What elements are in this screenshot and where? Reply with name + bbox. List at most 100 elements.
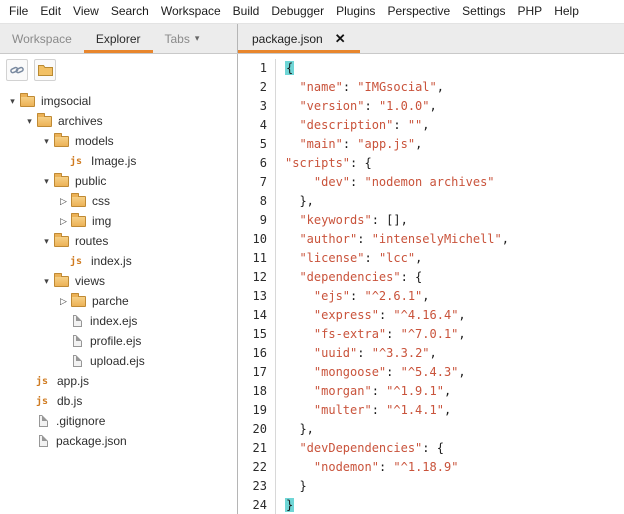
tree-item-public[interactable]: ▾ public — [0, 171, 237, 191]
code-line[interactable]: 22 "nodemon": "^1.18.9" — [238, 458, 624, 477]
code-line[interactable]: 20 }, — [238, 420, 624, 439]
tree-item-label: upload.ejs — [90, 354, 145, 368]
menu-item-perspective[interactable]: Perspective — [381, 0, 456, 23]
code-line[interactable]: 19 "multer": "^1.4.1", — [238, 401, 624, 420]
line-number: 12 — [238, 268, 276, 287]
code-line[interactable]: 21 "devDependencies": { — [238, 439, 624, 458]
tree-item-index.js[interactable]: js index.js — [0, 251, 237, 271]
code-line[interactable]: 15 "fs-extra": "^7.0.1", — [238, 325, 624, 344]
code-line[interactable]: 3 "version": "1.0.0", — [238, 97, 624, 116]
menu-item-search[interactable]: Search — [105, 0, 155, 23]
tree-item-routes[interactable]: ▾ routes — [0, 231, 237, 251]
menu-item-build[interactable]: Build — [227, 0, 266, 23]
menu-item-php[interactable]: PHP — [512, 0, 549, 23]
code-line[interactable]: 13 "ejs": "^2.6.1", — [238, 287, 624, 306]
code-text: "devDependencies": { — [299, 441, 444, 455]
tree-item-label: css — [92, 194, 110, 208]
menu-item-plugins[interactable]: Plugins — [330, 0, 381, 23]
code-line[interactable]: 1{ — [238, 59, 624, 78]
code-line[interactable]: 8 }, — [238, 192, 624, 211]
menu-item-help[interactable]: Help — [548, 0, 585, 23]
editor-tab-bar: package.json ✕ — [238, 24, 624, 53]
tree-item-label: models — [75, 134, 114, 148]
folder-icon — [54, 172, 69, 187]
folder-icon[interactable] — [34, 59, 56, 81]
tree-item-parche[interactable]: ▷ parche — [0, 291, 237, 311]
code-line[interactable]: 10 "author": "intenselyMichell", — [238, 230, 624, 249]
expand-icon[interactable]: ▷ — [57, 191, 70, 211]
tree-item-image.js[interactable]: js Image.js — [0, 151, 237, 171]
tree-item-imgsocial[interactable]: ▾ imgsocial — [0, 91, 237, 111]
panel-tab-label: Explorer — [95, 31, 141, 46]
line-number: 11 — [238, 249, 276, 268]
main-split: ▾ imgsocial ▾ archives ▾ models js Image.js ▾ pub… — [0, 54, 624, 514]
code-line[interactable]: 2 "name": "IMGsocial", — [238, 78, 624, 97]
code-editor[interactable]: 1{2 "name": "IMGsocial", 3 "version": "1.… — [238, 54, 624, 514]
tree-item-archives[interactable]: ▾ archives — [0, 111, 237, 131]
tree-item-app.js[interactable]: js app.js — [0, 371, 237, 391]
tree-item-label: img — [92, 214, 112, 228]
menu-item-workspace[interactable]: Workspace — [155, 0, 227, 23]
expand-icon[interactable]: ▷ — [57, 291, 70, 311]
file-icon — [73, 315, 82, 327]
line-number: 6 — [238, 154, 276, 173]
menu-item-debugger[interactable]: Debugger — [265, 0, 330, 23]
collapse-icon[interactable]: ▾ — [40, 131, 53, 151]
panel-tab-bar: Workspace Explorer Tabs ▾ — [0, 24, 238, 53]
tree-item-label: package.json — [56, 434, 127, 448]
file-icon — [73, 335, 82, 347]
menu-item-edit[interactable]: Edit — [34, 0, 67, 23]
panel-tab-explorer[interactable]: Explorer — [84, 24, 153, 53]
code-line[interactable]: 12 "dependencies": { — [238, 268, 624, 287]
code-text: "dev": "nodemon archives" — [313, 175, 495, 189]
code-line[interactable]: 5 "main": "app.js", — [238, 135, 624, 154]
code-line[interactable]: 14 "express": "^4.16.4", — [238, 306, 624, 325]
code-line[interactable]: 18 "morgan": "^1.9.1", — [238, 382, 624, 401]
code-line[interactable]: 24} — [238, 496, 624, 514]
code-text: "license": "lcc", — [299, 251, 423, 265]
tree-item-.gitignore[interactable]: .gitignore — [0, 411, 237, 431]
collapse-icon[interactable]: ▾ — [40, 231, 53, 251]
code-line[interactable]: 6 "scripts": { — [238, 154, 624, 173]
code-text: "scripts": { — [285, 156, 372, 170]
collapse-icon[interactable]: ▾ — [40, 271, 53, 291]
code-line[interactable]: 7 "dev": "nodemon archives" — [238, 173, 624, 192]
code-text: "author": "intenselyMichell", — [299, 232, 509, 246]
close-icon[interactable]: ✕ — [335, 31, 346, 47]
tree-item-package.json[interactable]: package.json — [0, 431, 237, 451]
link-icon[interactable] — [6, 59, 28, 81]
collapse-icon[interactable]: ▾ — [6, 91, 19, 111]
tree-item-label: public — [75, 174, 107, 188]
menu-item-settings[interactable]: Settings — [456, 0, 511, 23]
collapse-icon[interactable]: ▾ — [23, 111, 36, 131]
tree-item-models[interactable]: ▾ models — [0, 131, 237, 151]
line-number: 24 — [238, 496, 276, 514]
menu-item-file[interactable]: File — [3, 0, 34, 23]
code-text: "version": "1.0.0", — [299, 99, 437, 113]
tree-item-index.ejs[interactable]: index.ejs — [0, 311, 237, 331]
editor-tab-package.json[interactable]: package.json ✕ — [238, 24, 360, 53]
code-line[interactable]: 16 "uuid": "^3.3.2", — [238, 344, 624, 363]
chevron-down-icon: ▾ — [194, 33, 200, 43]
tree-item-label: db.js — [57, 394, 83, 408]
tree-item-db.js[interactable]: js db.js — [0, 391, 237, 411]
code-line[interactable]: 23 } — [238, 477, 624, 496]
tree-item-css[interactable]: ▷ css — [0, 191, 237, 211]
tree-item-profile.ejs[interactable]: profile.ejs — [0, 331, 237, 351]
tree-item-upload.ejs[interactable]: upload.ejs — [0, 351, 237, 371]
code-line[interactable]: 17 "mongoose": "^5.4.3", — [238, 363, 624, 382]
tree-item-views[interactable]: ▾ views — [0, 271, 237, 291]
code-text: "multer": "^1.4.1", — [313, 403, 452, 417]
code-line[interactable]: 4 "description": "", — [238, 116, 624, 135]
code-line[interactable]: 11 "license": "lcc", — [238, 249, 624, 268]
collapse-icon[interactable]: ▾ — [40, 171, 53, 191]
code-line[interactable]: 9 "keywords": [], — [238, 211, 624, 230]
panel-tab-workspace[interactable]: Workspace — [0, 24, 84, 53]
code-text: "fs-extra": "^7.0.1", — [313, 327, 466, 341]
folder-icon — [71, 192, 86, 207]
panel-tab-tabs[interactable]: Tabs ▾ — [153, 24, 212, 53]
menu-item-view[interactable]: View — [67, 0, 105, 23]
code-text: }, — [285, 194, 314, 208]
tree-item-img[interactable]: ▷ img — [0, 211, 237, 231]
expand-icon[interactable]: ▷ — [57, 211, 70, 231]
